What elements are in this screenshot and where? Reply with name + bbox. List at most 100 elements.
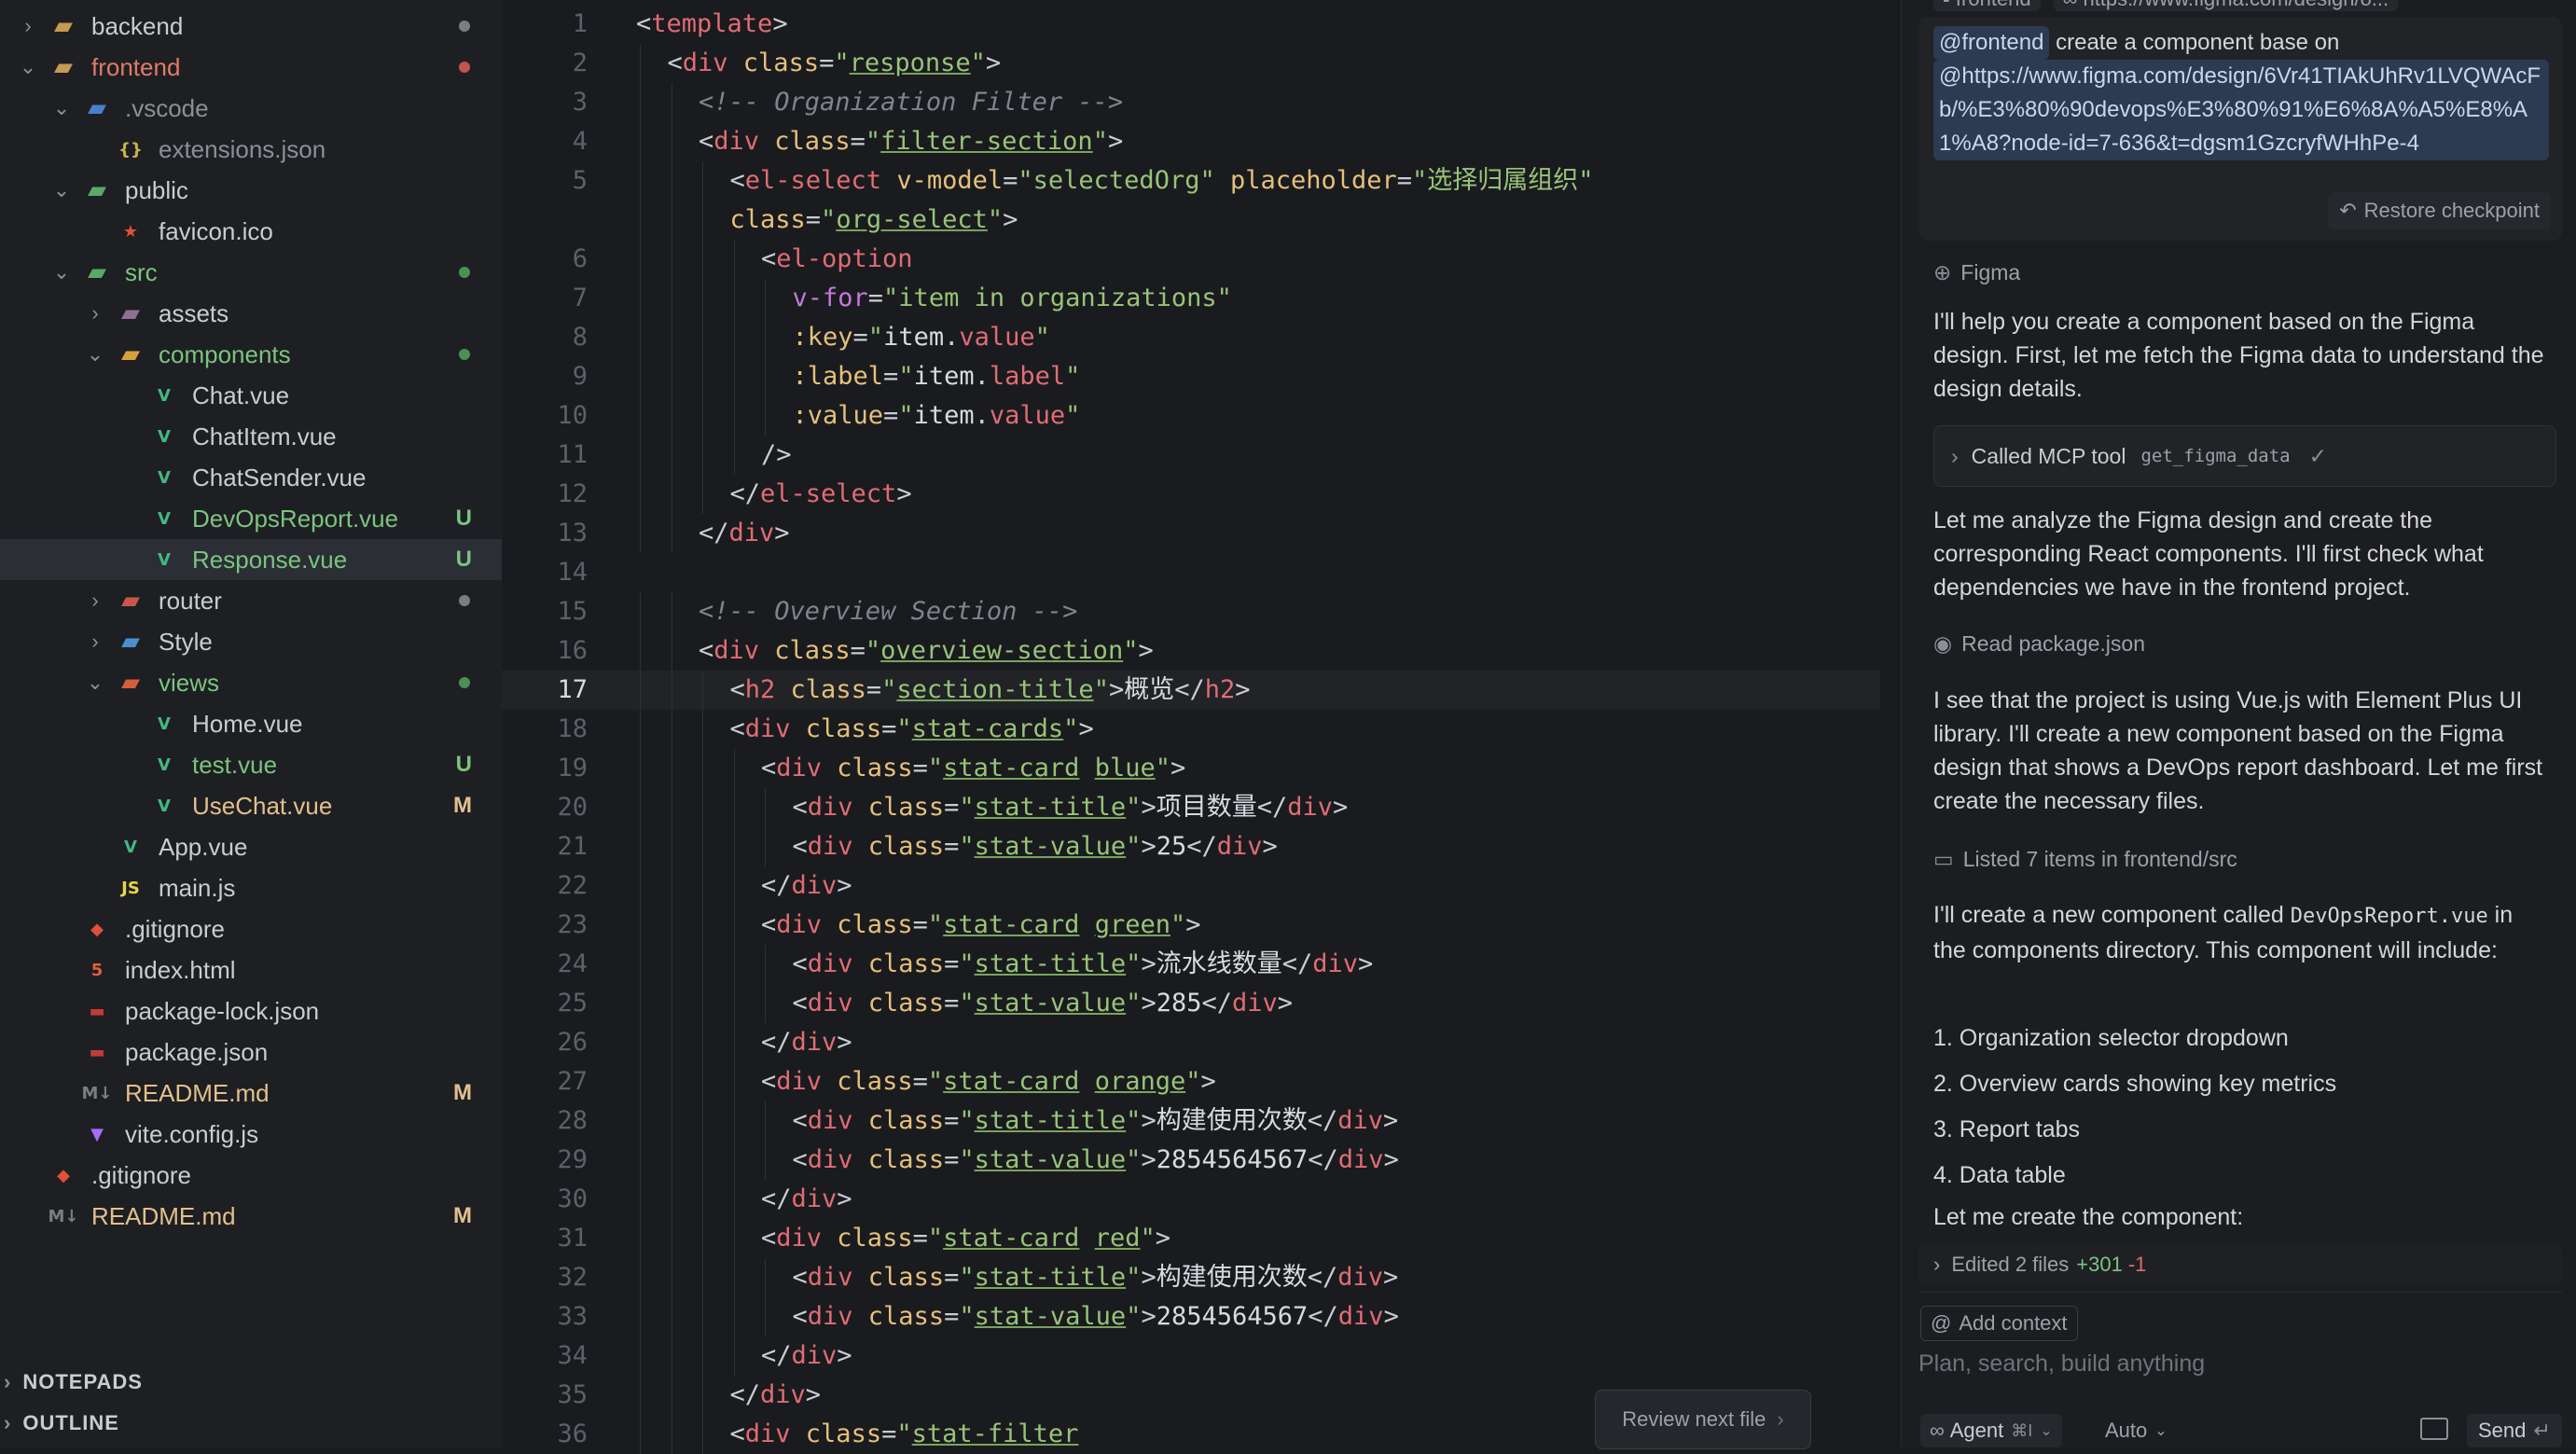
file-item-chatitem-vue[interactable]: V ChatItem.vue [0,416,502,457]
code-line[interactable]: 20 <div class="stat-title">项目数量</div> [502,788,1880,827]
list-dir-action[interactable]: ▭ Listed 7 items in frontend/src [1933,842,2549,876]
model-selector[interactable]: Auto ⌄ [2105,1414,2167,1447]
file-item-extensions-json[interactable]: {} extensions.json [0,129,502,170]
code-line[interactable]: 2 <div class="response"> [502,44,1880,83]
section-header-outline[interactable]: › OUTLINE [0,1403,502,1444]
image-attach-button[interactable] [2420,1418,2448,1440]
code-token: > [1141,1263,1156,1292]
chat-input[interactable]: Plan, search, build anything [1918,1350,2562,1388]
code-line[interactable]: 8:key="item.value" [502,318,1880,357]
folder-item-src[interactable]: ⌄ ▰ src [0,252,502,293]
code-line[interactable]: 18 <div class="stat-cards"> [502,710,1880,749]
folder-item-assets[interactable]: › ▰ assets [0,293,502,334]
code-line[interactable]: 33 <div class="stat-value">2854564567</di… [502,1297,1880,1336]
folder-item-backend[interactable]: › ▰ backend [0,6,502,47]
code-line[interactable]: 19 <div class="stat-card blue"> [502,749,1880,788]
file-item-usechat-vue[interactable]: V UseChat.vue M [0,785,502,826]
code-line[interactable]: 34 </div> [502,1336,1880,1376]
file-item-app-vue[interactable]: V App.vue [0,826,502,867]
code-line[interactable]: 7 v-for="item in organizations" [502,279,1880,318]
chevron-right-icon[interactable]: › [19,14,37,37]
agent-mode-selector[interactable]: ∞ Agent ⌘I ⌄ [1920,1414,2062,1447]
file-item-package-json[interactable]: ▬ package.json [0,1032,502,1073]
chevron-right-icon[interactable]: › [86,630,104,653]
file-item-devopsreport-vue[interactable]: V DevOpsReport.vue U [0,498,502,539]
file-item-readme-md[interactable]: M↓ README.md M [0,1073,502,1114]
code-line[interactable]: 10:value="item.value" [502,396,1880,436]
read-file-action[interactable]: ◉ Read package.json [1933,627,2549,660]
code-line[interactable]: 24 <div class="stat-title">流水线数量</div> [502,945,1880,984]
mention-pill[interactable]: @frontend [1933,26,2050,60]
folder-item-frontend[interactable]: ⌄ ▰ frontend [0,47,502,88]
code-line[interactable]: 4 <div class="filter-section"> [502,122,1880,161]
chevron-down-icon[interactable]: ⌄ [52,96,71,119]
folder-item-vscode[interactable]: ⌄ ▰ .vscode [0,88,502,129]
code-line[interactable]: 32 <div class="stat-title">构建使用次数</div> [502,1258,1880,1297]
code-line[interactable]: 23 <div class="stat-card green"> [502,906,1880,945]
edited-files-summary[interactable]: › Edited 2 files +301 -1 [1918,1244,2562,1285]
file-item-response-vue[interactable]: V Response.vue U [0,539,502,580]
code-line[interactable]: 25 <div class="stat-value">285</div> [502,984,1880,1023]
indent-guide [640,1062,641,1101]
folder-item-public[interactable]: ⌄ ▰ public [0,170,502,211]
code-line[interactable]: 15 <!-- Overview Section --> [502,592,1880,631]
git-icon: ◆ [90,919,104,939]
file-item-gitignore[interactable]: ◆ .gitignore [0,1155,502,1196]
code-line[interactable]: 30 </div> [502,1180,1880,1219]
chevron-right-icon[interactable]: › [86,589,104,612]
file-item-home-vue[interactable]: V Home.vue [0,703,502,744]
folder-item-style[interactable]: › ▰ Style [0,621,502,662]
code-line[interactable]: 6 <el-option [502,240,1880,279]
send-button[interactable]: Send ↵ [2467,1414,2562,1447]
code-line[interactable]: 12 </el-select> [502,475,1880,514]
section-header-notepads[interactable]: › NOTEPADS [0,1362,502,1403]
file-item-test-vue[interactable]: Vtest.vue U [0,744,502,785]
chevron-down-icon[interactable]: ⌄ [52,260,71,284]
code-line[interactable]: 21 <div class="stat-value">25</div> [502,827,1880,866]
code-editor[interactable]: 1 <template> 2 <div class="response"> 3 <!-- … [502,0,2402,1454]
code-line[interactable]: 17 <h2 class="section-title">概览</h2> [502,671,1880,710]
code-line[interactable]: 26 </div> [502,1023,1880,1062]
chevron-down-icon[interactable]: ⌄ [19,55,37,78]
code-line[interactable]: 16 <div class="overview-section"> [502,631,1880,671]
code-line[interactable]: 11 /> [502,436,1880,475]
user-message[interactable]: @frontend create a component base on @ht… [1918,17,2562,241]
context-tab-figma-link[interactable]: ∞ https://www.figma.com/design/o... [2053,0,2399,11]
restore-checkpoint-button[interactable]: ↶ Restore checkpoint [2328,192,2551,229]
code-line[interactable]: 22 </div> [502,866,1880,906]
code-line[interactable]: 29 <div class="stat-value">2854564567</di… [502,1141,1880,1180]
code-line[interactable]: 14 [502,553,1880,592]
chevron-down-icon[interactable]: ⌄ [52,178,71,201]
folder-item-components[interactable]: ⌄ ▰ components [0,334,502,375]
code-line[interactable]: 5 <el-select v-model="selectedOrg" placeh… [502,161,1880,201]
file-item-chat-vue[interactable]: V Chat.vue [0,375,502,416]
code-line[interactable]: 1 <template> [502,5,1880,44]
file-item-chatsender-vue[interactable]: V ChatSender.vue [0,457,502,498]
file-item-gitignore[interactable]: ◆ .gitignore [0,908,502,949]
code-line[interactable]: 3 <!-- Organization Filter --> [502,83,1880,122]
chevron-right-icon[interactable]: › [86,301,104,325]
add-context-button[interactable]: @ Add context [1920,1306,2078,1341]
folder-item-views[interactable]: ⌄ ▰ views [0,662,502,703]
code-line[interactable]: 31 <div class="stat-card red"> [502,1219,1880,1258]
chevron-down-icon[interactable]: ⌄ [86,342,104,366]
code-token: " [1126,832,1142,861]
mcp-tool-call[interactable]: › Called MCP tool get_figma_data ✓ [1933,425,2556,487]
review-next-file-button[interactable]: Review next file › [1595,1390,1811,1449]
code-line[interactable]: 27 <div class="stat-card orange"> [502,1062,1880,1101]
folder-item-router[interactable]: › ▰ router [0,580,502,621]
code-line[interactable]: 28 <div class="stat-title">构建使用次数</div> [502,1101,1880,1141]
code-line[interactable]: 13 </div> [502,514,1880,553]
file-item-vite-config-js[interactable]: ▼ vite.config.js [0,1114,502,1155]
file-item-main-js[interactable]: JS main.js [0,867,502,908]
file-item-favicon-ico[interactable]: ★ favicon.ico [0,211,502,252]
file-item-readme-md[interactable]: M↓ README.md M [0,1196,502,1237]
code-line[interactable]: 9:label="item.label" [502,357,1880,396]
context-tab-frontend[interactable]: ▪ frontend [1933,0,2041,11]
code-token: value [989,401,1066,430]
code-line[interactable]: class="org-select"> [502,201,1880,240]
file-item-package-lock-json[interactable]: ▬ package-lock.json [0,990,502,1032]
file-item-index-html[interactable]: 5 index.html [0,949,502,990]
chevron-down-icon[interactable]: ⌄ [86,671,104,694]
figma-link-pill[interactable]: @https://www.figma.com/design/6Vr41TIAkU… [1933,60,2549,160]
